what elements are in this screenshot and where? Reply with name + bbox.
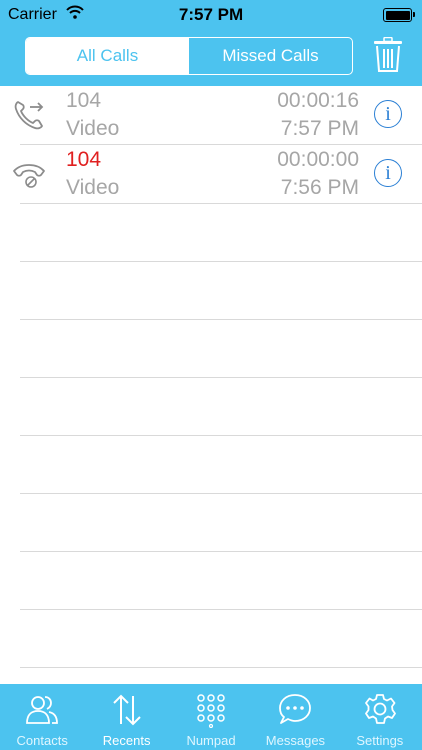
tab-label: Recents <box>102 733 151 748</box>
call-media: Video <box>66 176 120 199</box>
empty-row <box>20 494 422 552</box>
empty-row <box>20 378 422 436</box>
tab-contacts[interactable]: Contacts <box>0 684 84 750</box>
numpad-icon <box>197 694 225 728</box>
recents-icon <box>112 694 141 726</box>
all-calls-tab[interactable]: All Calls <box>26 38 189 74</box>
contacts-icon <box>26 696 59 724</box>
tab-recents[interactable]: Recents <box>84 684 168 750</box>
empty-row <box>20 204 422 262</box>
trash-icon[interactable] <box>373 37 403 73</box>
empty-row <box>20 262 422 320</box>
messages-icon <box>279 694 312 724</box>
tab-label: Numpad <box>186 733 236 748</box>
call-media: Video <box>66 117 120 140</box>
info-icon[interactable] <box>374 159 402 187</box>
missed-call-icon <box>13 164 45 188</box>
empty-row <box>20 552 422 610</box>
empty-row <box>20 436 422 494</box>
tab-numpad[interactable]: Numpad <box>169 684 253 750</box>
empty-row <box>20 320 422 378</box>
settings-icon <box>364 694 396 724</box>
recent-calls-list: 104 Video 00:00:16 7:57 PM 104 Video 00:… <box>0 86 422 668</box>
tab-label: Settings <box>356 733 404 748</box>
empty-row <box>20 610 422 668</box>
tab-bar: Contacts Recents Numpad Messages Setting… <box>0 684 422 750</box>
call-time: 7:56 PM <box>280 176 359 199</box>
call-row[interactable]: 104 Video 00:00:00 7:56 PM <box>13 145 422 204</box>
call-filter-segmented-control: All Calls Missed Calls <box>25 37 353 75</box>
call-time: 7:57 PM <box>280 117 359 140</box>
status-time: 7:57 PM <box>178 5 244 24</box>
call-duration: 00:00:00 <box>277 148 359 171</box>
outgoing-call-icon <box>14 101 44 130</box>
battery-icon <box>383 8 415 22</box>
missed-calls-tab[interactable]: Missed Calls <box>189 38 352 74</box>
tab-label: Contacts <box>16 733 68 748</box>
info-icon[interactable] <box>374 100 402 128</box>
call-duration: 00:00:16 <box>277 89 359 112</box>
tab-label: Messages <box>265 733 326 748</box>
call-number: 104 <box>66 89 102 112</box>
call-row[interactable]: 104 Video 00:00:16 7:57 PM <box>14 86 422 145</box>
header-bar: Carrier 7:57 PM All Calls Missed Calls <box>0 0 422 86</box>
tab-messages[interactable]: Messages <box>253 684 337 750</box>
call-number: 104 <box>66 148 102 171</box>
status-bar: Carrier 7:57 PM <box>0 0 422 30</box>
tab-settings[interactable]: Settings <box>338 684 422 750</box>
